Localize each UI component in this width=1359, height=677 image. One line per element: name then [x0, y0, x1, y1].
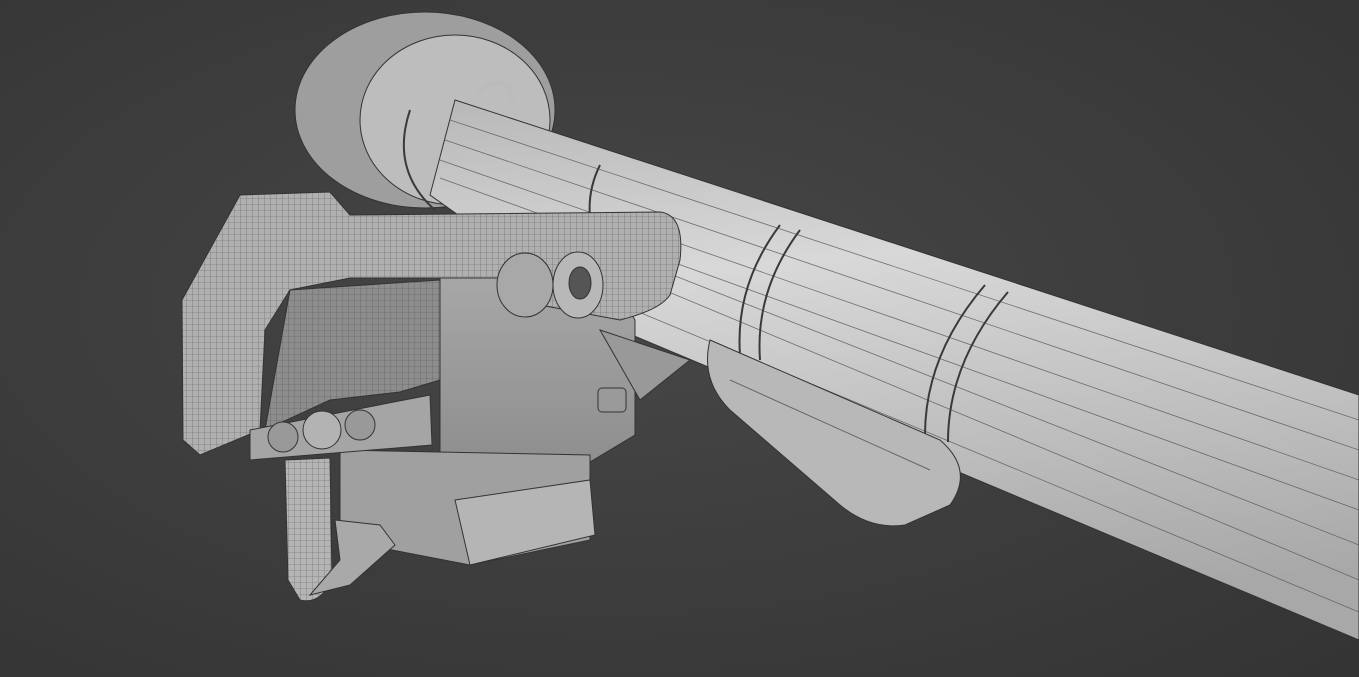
3d-viewport[interactable] — [0, 0, 1359, 677]
render-canvas — [0, 0, 1359, 677]
